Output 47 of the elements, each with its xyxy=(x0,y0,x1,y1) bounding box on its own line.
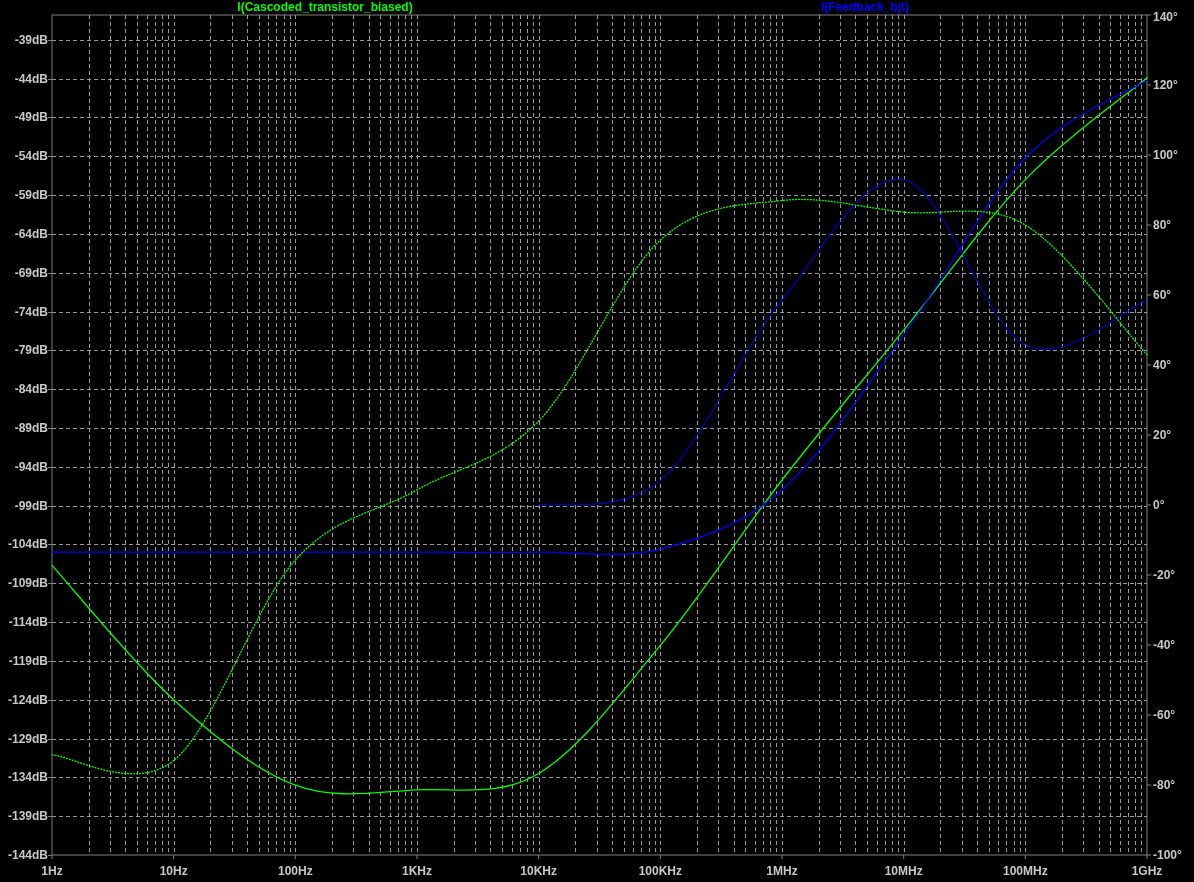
phase-tick-label: 0° xyxy=(1153,498,1165,512)
phase-tick-label: 20° xyxy=(1153,428,1172,442)
x-tick-label: 10Hz xyxy=(159,864,188,878)
phase-tick-label: -100° xyxy=(1153,848,1182,862)
y-tick-label: -139dB xyxy=(8,809,48,824)
y-tick-label: -49dB xyxy=(14,110,48,125)
y-tick-label: -134dB xyxy=(8,770,48,785)
x-tick-label: 1GHz xyxy=(1131,864,1163,878)
y-tick-label: -129dB xyxy=(8,731,48,746)
phase-tick-label: -40° xyxy=(1153,638,1176,652)
trace-legend: I(Cascoded_transistor_biased) xyxy=(237,0,413,14)
phase-tick-label: 80° xyxy=(1153,218,1172,232)
y-tick-label: -84dB xyxy=(14,382,48,397)
y-tick-label: -44dB xyxy=(14,71,48,86)
y-tick-label: -69dB xyxy=(14,265,48,280)
x-tick-label: 1MHz xyxy=(766,864,798,878)
y-tick-label: -79dB xyxy=(14,343,48,358)
phase-tick-label: 120° xyxy=(1153,78,1178,92)
x-tick-label: 10KHz xyxy=(520,864,557,878)
phase-tick-label: 60° xyxy=(1153,288,1172,302)
y-tick-label: -59dB xyxy=(14,188,48,203)
y-tick-label: -109dB xyxy=(8,576,48,591)
phase-tick-label: -60° xyxy=(1153,708,1176,722)
x-tick-label: 10MHz xyxy=(884,864,923,878)
phase-tick-label: 40° xyxy=(1153,358,1172,372)
y-tick-label: -64dB xyxy=(14,226,48,241)
phase-tick-label: 100° xyxy=(1153,148,1178,162)
y-tick-label: -74dB xyxy=(14,304,48,319)
trace-legend: I(Feedback_bjt) xyxy=(821,0,909,14)
y-tick-label: -124dB xyxy=(8,692,48,707)
y-tick-label: -144dB xyxy=(8,848,48,862)
y-tick-label: -94dB xyxy=(14,459,48,474)
phase-tick-label: 140° xyxy=(1153,10,1178,24)
y-tick-label: -39dB xyxy=(14,32,48,47)
y-tick-label: -114dB xyxy=(8,615,48,630)
phase-tick-label: -20° xyxy=(1153,568,1176,582)
y-tick-label: -89dB xyxy=(14,421,48,435)
x-tick-label: 100Hz xyxy=(278,864,313,878)
x-tick-label: 1KHz xyxy=(402,864,432,878)
x-tick-label: 100MHz xyxy=(1003,864,1048,878)
phase-tick-label: -80° xyxy=(1153,778,1176,792)
x-tick-label: 100KHz xyxy=(638,864,682,878)
y-tick-label: -104dB xyxy=(8,537,48,552)
y-tick-label: -99dB xyxy=(14,498,48,513)
x-tick-label: 1Hz xyxy=(41,864,63,878)
y-tick-label: -54dB xyxy=(14,149,48,164)
y-tick-label: -119dB xyxy=(8,653,48,668)
